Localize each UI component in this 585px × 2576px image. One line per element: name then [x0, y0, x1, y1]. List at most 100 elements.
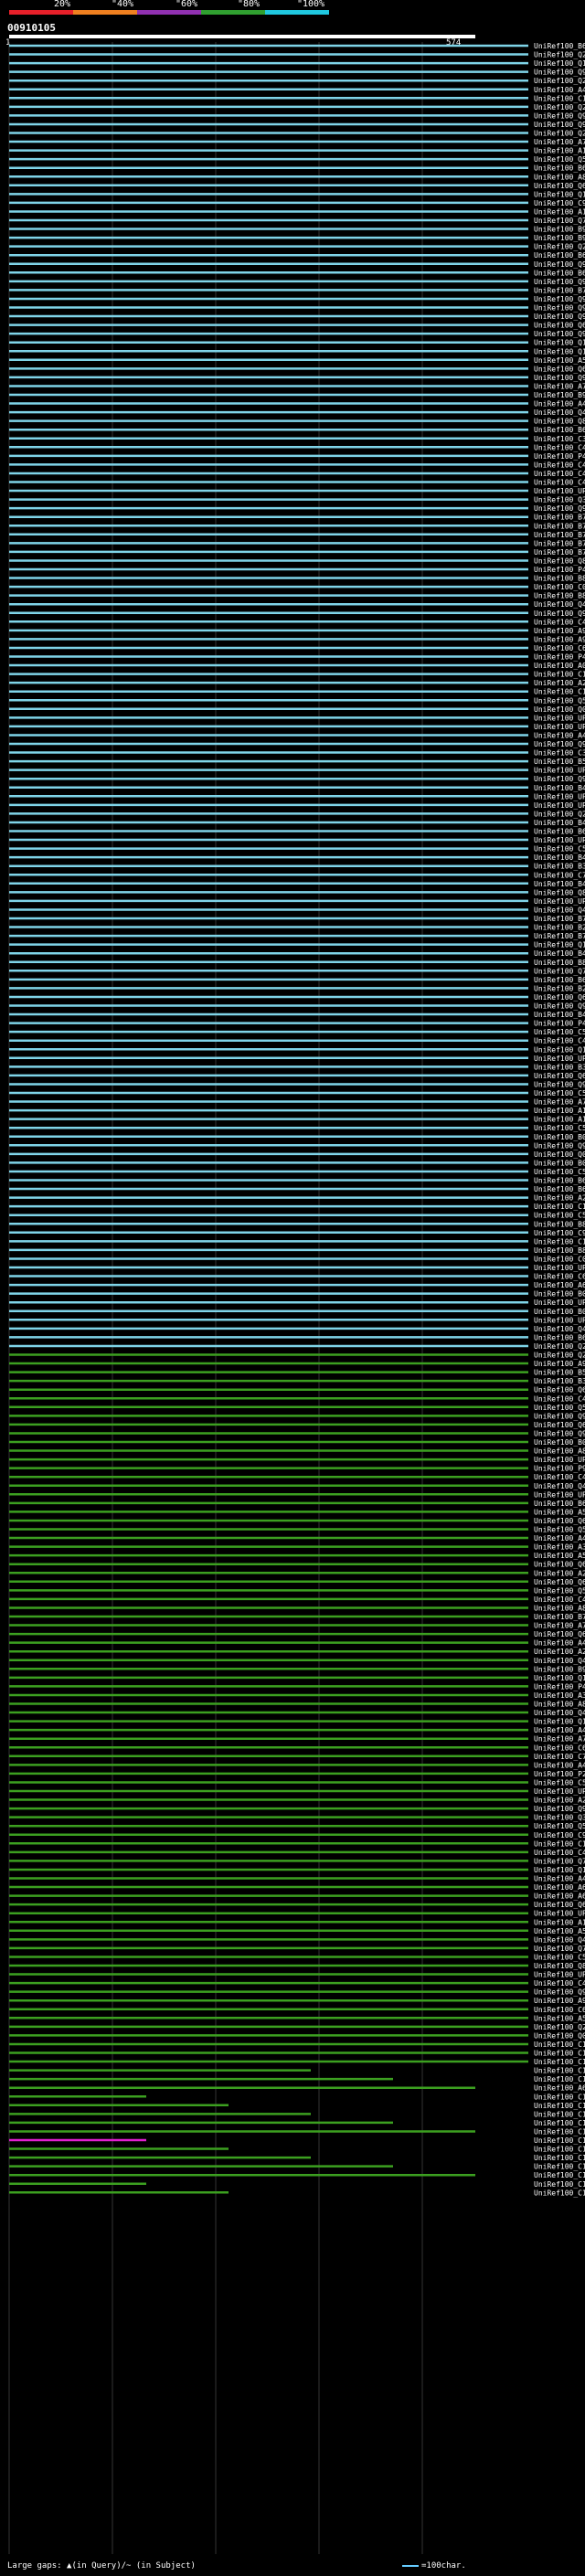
hit-label[interactable]: UniRef100_Q94KQ3: [534, 111, 585, 120]
hit-label[interactable]: UniRef100_Q6AFN6: [534, 322, 585, 330]
hit-label[interactable]: UniRef100_Q4DFE2: [534, 1709, 585, 1717]
hit-label[interactable]: UniRef100_C4J095: [534, 1037, 585, 1045]
hit-label[interactable]: UniRef100_Q5SP74: [534, 1586, 585, 1595]
hit-label[interactable]: UniRef100_B4PR64: [534, 853, 585, 862]
hit-label[interactable]: UniRef100_A4CBK5: [534, 1875, 585, 1883]
hit-label[interactable]: UniRef100_Q9HRI2: [534, 610, 585, 618]
hit-label[interactable]: UniRef100_Q9Z2X2: [534, 1080, 585, 1088]
hit-label[interactable]: UniRef100_B9H5S0: [534, 226, 585, 234]
hit-label[interactable]: UniRef100_Q38402: [534, 1814, 585, 1822]
hit-label[interactable]: UniRef100_UP1000...: [534, 1910, 585, 1918]
hit-label[interactable]: UniRef100_B2B4L7: [534, 924, 585, 932]
hit-label[interactable]: UniRef100_Q4PMO4: [534, 906, 585, 914]
hit-label[interactable]: UniRef100_Q9NBR3: [534, 1412, 585, 1420]
hit-label[interactable]: UniRef100_C4PW34: [534, 461, 585, 469]
hit-label[interactable]: UniRef100_Q9JHU9: [534, 1429, 585, 1437]
hit-label[interactable]: UniRef100_Q6FQ11: [534, 1561, 585, 1569]
hit-label[interactable]: UniRef100_C4YCE8: [534, 1394, 585, 1403]
hit-label[interactable]: UniRef100_Q4PSW4: [534, 1482, 585, 1490]
hit-label[interactable]: UniRef100_C5F3F5: [534, 1028, 585, 1036]
hit-label[interactable]: UniRef100_Q1W0W6: [534, 59, 585, 68]
hit-label[interactable]: UniRef100_A1XUX0: [534, 207, 585, 216]
hit-label[interactable]: UniRef100_Q0CZU7: [534, 1150, 585, 1159]
hit-label[interactable]: UniRef100_UP1000...: [534, 801, 585, 810]
hit-label[interactable]: UniRef100_B0XTS7: [534, 1133, 585, 1141]
hit-label[interactable]: UniRef100_B4P1P6: [534, 880, 585, 888]
hit-label[interactable]: UniRef100_B6T9P4: [534, 251, 585, 260]
hit-label[interactable]: UniRef100_A7TT38: [534, 1622, 585, 1630]
hit-label[interactable]: UniRef100_Q94AC3: [534, 260, 585, 269]
hit-label[interactable]: UniRef100_P42656: [534, 1020, 585, 1028]
hit-label[interactable]: UniRef100_Q64437: [534, 365, 585, 373]
hit-label[interactable]: UniRef100_C1I5Y2: [534, 2127, 585, 2136]
hit-label[interactable]: UniRef100_Q7SZE6: [534, 1857, 585, 1865]
hit-label[interactable]: UniRef100_A7PUZ8: [534, 382, 585, 390]
hit-label[interactable]: UniRef100_Q6DD71: [534, 993, 585, 1002]
hit-label[interactable]: UniRef100_A3LUF0: [534, 1691, 585, 1700]
hit-label[interactable]: UniRef100_C1I5W0: [534, 2102, 585, 2110]
hit-label[interactable]: UniRef100_Q1EB78: [534, 1674, 585, 1682]
hit-label[interactable]: UniRef100_Q1Q0K7: [534, 339, 585, 347]
hit-label[interactable]: UniRef100_C4PW12: [534, 470, 585, 478]
hit-label[interactable]: UniRef100_C7QP70: [534, 1753, 585, 1761]
hit-label[interactable]: UniRef100_C1LZ49: [534, 94, 585, 102]
hit-label[interactable]: UniRef100_C7YBF1: [534, 871, 585, 879]
hit-label[interactable]: UniRef100_B9FZR6: [534, 234, 585, 242]
hit-label[interactable]: UniRef100_Q9TSB0: [534, 740, 585, 748]
hit-label[interactable]: UniRef100_A4QYZ2: [534, 1534, 585, 1542]
hit-label[interactable]: UniRef100_C5PF10: [534, 1168, 585, 1176]
hit-label[interactable]: UniRef100_A2QVX5: [534, 1194, 585, 1203]
hit-label[interactable]: UniRef100_A4UM51: [534, 400, 585, 408]
hit-label[interactable]: UniRef100_Q4R6E3: [534, 1325, 585, 1333]
hit-label[interactable]: UniRef100_C6JRU8: [534, 644, 585, 652]
hit-label[interactable]: UniRef100_Q0W3D5: [534, 2031, 585, 2040]
hit-label[interactable]: UniRef100_Q1H6G2: [534, 190, 585, 198]
hit-label[interactable]: UniRef100_Q2LQK3: [534, 103, 585, 111]
hit-label[interactable]: UniRef100_Q5W1H9: [534, 155, 585, 164]
hit-label[interactable]: UniRef100_A9YMN1: [534, 627, 585, 635]
hit-label[interactable]: UniRef100_Q4GFJ8: [534, 1657, 585, 1665]
hit-label[interactable]: UniRef100_Q4S9L9: [534, 1935, 585, 1944]
hit-label[interactable]: UniRef100_C5M140: [534, 1089, 585, 1097]
hit-label[interactable]: UniRef100_Q9P477: [534, 775, 585, 783]
hit-label[interactable]: UniRef100_C1I7S5: [534, 2041, 585, 2049]
hit-label[interactable]: UniRef100_A6C1R2: [534, 1883, 585, 1892]
hit-label[interactable]: UniRef100_Q7CZC0: [534, 217, 585, 225]
hit-label[interactable]: UniRef100_P42801: [534, 452, 585, 461]
hit-label[interactable]: UniRef100_Q2LQR5: [534, 130, 585, 138]
hit-label[interactable]: UniRef100_UP1000...: [534, 1490, 585, 1499]
hit-label[interactable]: UniRef100_B7U4B0: [534, 531, 585, 539]
hit-label[interactable]: UniRef100_A3GI74: [534, 1543, 585, 1552]
hit-label[interactable]: UniRef100_B6HPD4: [534, 1333, 585, 1341]
hit-label[interactable]: UniRef100_Q18664: [534, 1718, 585, 1726]
hit-label[interactable]: UniRef100_UP1000...: [534, 1264, 585, 1272]
hit-label[interactable]: UniRef100_C1I5X0: [534, 2163, 585, 2171]
hit-label[interactable]: UniRef100_B7U4B9: [534, 514, 585, 522]
hit-label[interactable]: UniRef100_Q9SSV4: [534, 69, 585, 77]
hit-label[interactable]: UniRef100_B8M5G0: [534, 959, 585, 967]
hit-label[interactable]: UniRef100_Q6AYX3: [534, 1421, 585, 1429]
hit-label[interactable]: UniRef100_B0DCF6: [534, 1290, 585, 1299]
hit-label[interactable]: UniRef100_Q6DB15: [534, 1630, 585, 1638]
hit-label[interactable]: UniRef100_Q94CQ2: [534, 121, 585, 129]
hit-label[interactable]: UniRef100_A9AHM5: [534, 1997, 585, 2005]
hit-label[interactable]: UniRef100_Q2LQ00: [534, 243, 585, 251]
hit-label[interactable]: UniRef100_UP1000...: [534, 723, 585, 731]
hit-label[interactable]: UniRef100_UP1000...: [534, 487, 585, 495]
hit-label[interactable]: UniRef100_A1CYE6: [534, 1107, 585, 1115]
hit-label[interactable]: UniRef100_A5EC40: [534, 2014, 585, 2022]
hit-label[interactable]: UniRef100_B7FW19: [534, 932, 585, 940]
hit-label[interactable]: UniRef100_C4XE93: [534, 1849, 585, 1857]
hit-label[interactable]: UniRef100_Q6CFS3: [534, 1386, 585, 1394]
hit-label[interactable]: UniRef100_A9S873: [534, 635, 585, 643]
hit-label[interactable]: UniRef100_Q8S5N2: [534, 557, 585, 565]
hit-label[interactable]: UniRef100_C5M141: [534, 1124, 585, 1132]
hit-label[interactable]: UniRef100_A6BJZ2: [534, 1892, 585, 1901]
hit-label[interactable]: UniRef100_C5HNF1: [534, 1212, 585, 1220]
hit-label[interactable]: UniRef100_Q50DA6: [534, 1822, 585, 1830]
hit-label[interactable]: UniRef100_B7U4B6: [534, 286, 585, 294]
hit-label[interactable]: UniRef100_P42802: [534, 653, 585, 662]
hit-label[interactable]: UniRef100_Q0UE32: [534, 705, 585, 714]
hit-label[interactable]: UniRef100_B3KRT1: [534, 1377, 585, 1385]
hit-label[interactable]: UniRef100_A5KSN9: [534, 1927, 585, 1935]
